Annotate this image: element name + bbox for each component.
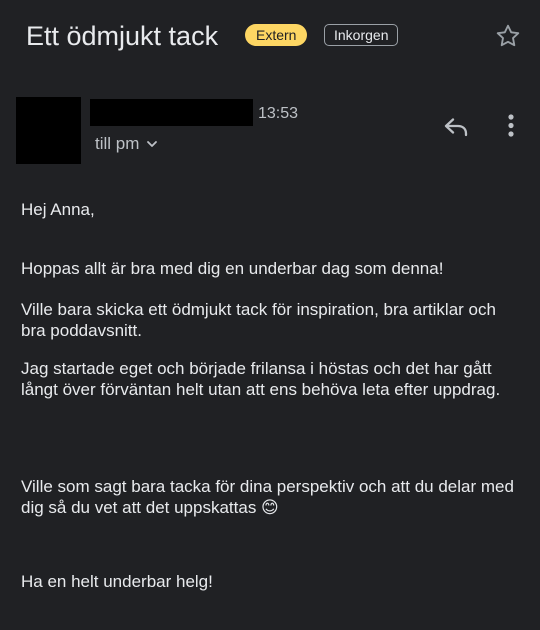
body-closing: Ha en helt underbar helg! — [21, 572, 213, 591]
body-paragraph-2: Ville bara skicka ett ödmjukt tack för i… — [21, 300, 496, 340]
star-icon[interactable] — [494, 22, 522, 50]
subject-header: Ett ödmjukt tack Extern Inkorgen — [26, 18, 528, 54]
recipient-label: till pm — [95, 134, 140, 153]
sender-avatar[interactable] — [16, 97, 81, 164]
recipient-details-toggle[interactable]: till pm — [95, 133, 159, 155]
label-external-badge: Extern — [245, 24, 308, 46]
body-greeting: Hej Anna, — [21, 200, 95, 219]
label-inbox-chip[interactable]: Inkorgen — [324, 24, 399, 46]
sender-name-redacted[interactable] — [90, 99, 253, 126]
body-paragraph-4: Ville som sagt bara tacka för dina persp… — [21, 477, 514, 517]
email-time: 13:53 — [258, 105, 299, 122]
email-subject: Ett ödmjukt tack — [26, 21, 219, 51]
chevron-down-icon — [147, 140, 158, 147]
body-paragraph-3: Jag startade eget och började frilansa i… — [21, 359, 501, 399]
reply-icon[interactable] — [441, 112, 471, 142]
more-vertical-icon[interactable] — [498, 111, 524, 141]
body-paragraph-1: Hoppas allt är bra med dig en underbar d… — [21, 259, 444, 278]
